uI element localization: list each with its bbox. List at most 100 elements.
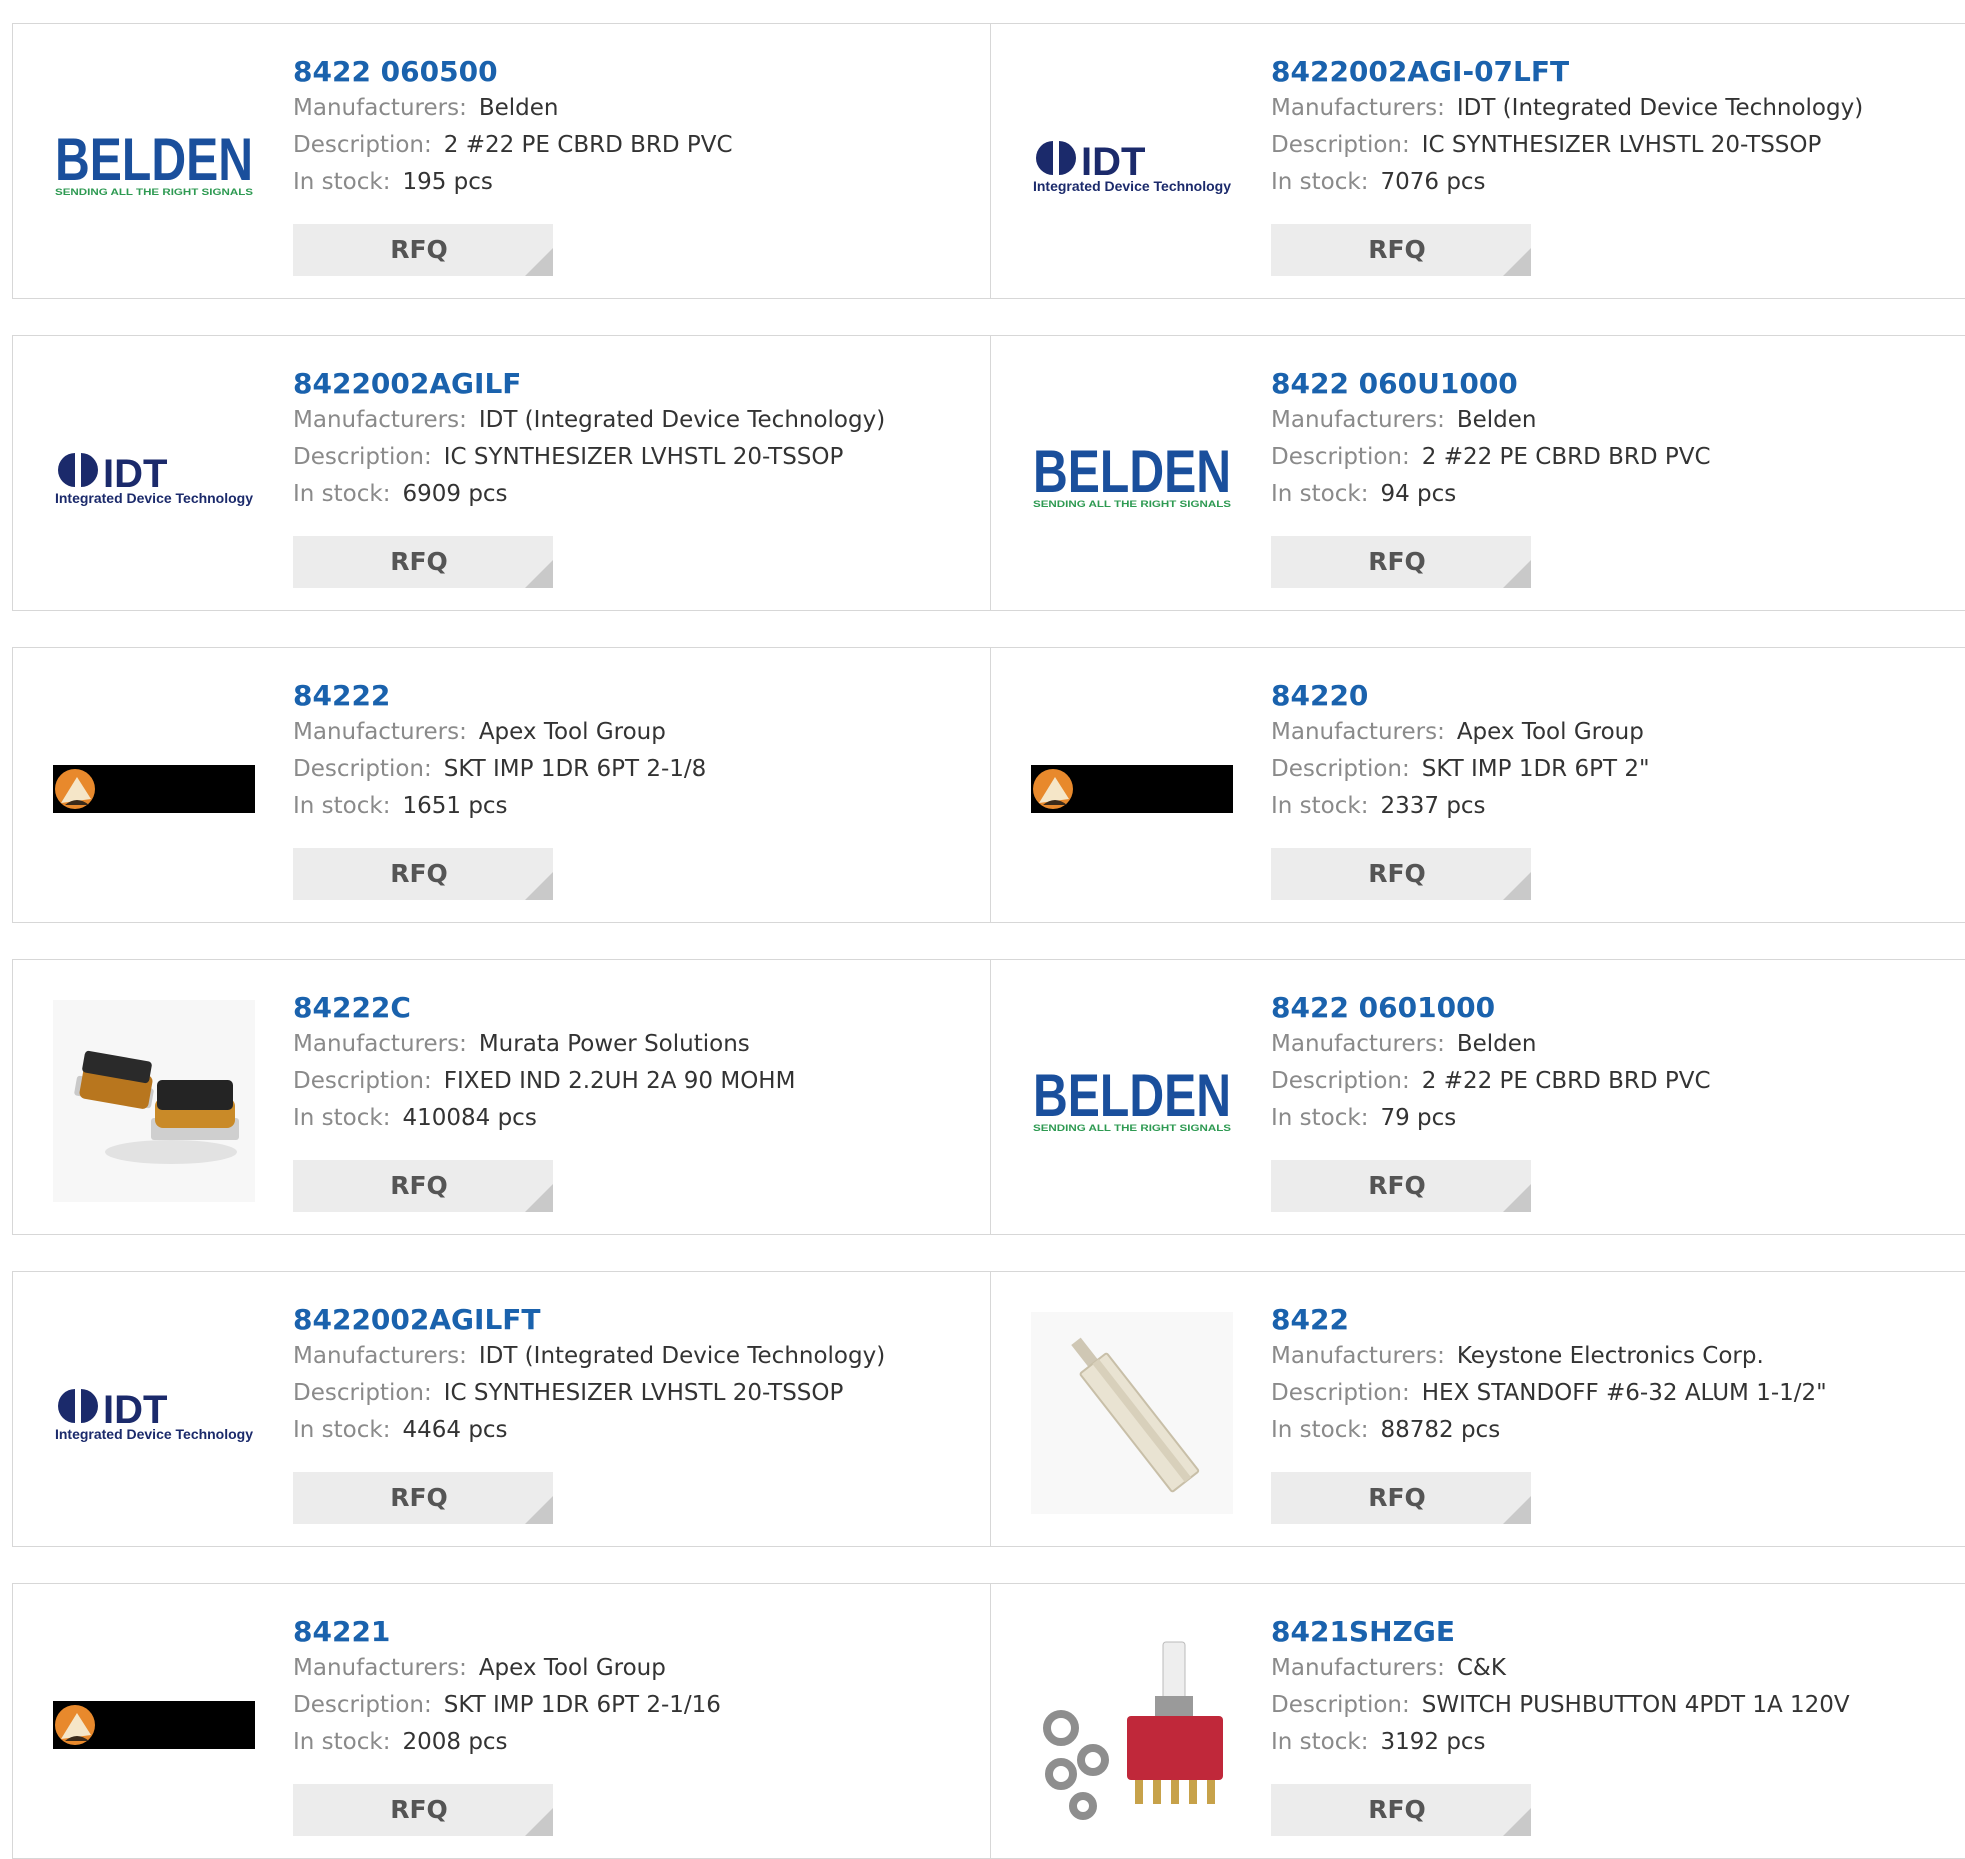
rfq-button[interactable]: RFQ: [293, 1472, 553, 1524]
belden-logo[interactable]: BELDEN SENDING ALL THE RIGHT SIGNALS: [53, 64, 255, 266]
rfq-button[interactable]: RFQ: [293, 1784, 553, 1836]
product-info: 8422002AGI-07LFT Manufacturers: IDT (Integ…: [1271, 54, 1965, 201]
standoff-photo[interactable]: [1031, 1312, 1233, 1514]
part-number-link[interactable]: 84220: [1271, 678, 1965, 714]
in-stock-label: In stock:: [1271, 481, 1369, 507]
stock-row: In stock: 2337 pcs: [1271, 788, 1965, 825]
part-number-link[interactable]: 8422 060U1000: [1271, 366, 1965, 402]
manufacturer-row: Manufacturers: Keystone Electronics Corp.: [1271, 1338, 1965, 1375]
switch-photo[interactable]: [1031, 1624, 1233, 1826]
part-number-link[interactable]: 8422002AGILF: [293, 366, 980, 402]
product-card: 84220 Manufacturers: Apex Tool Group Descri…: [990, 647, 1965, 923]
part-number-link[interactable]: 8422002AGILFT: [293, 1302, 980, 1338]
in-stock-label: In stock:: [293, 1105, 391, 1131]
belden-logo-text: BELDEN: [55, 130, 253, 193]
stock-row: In stock: 1651 pcs: [293, 788, 980, 825]
description-label: Description:: [293, 1380, 432, 1406]
description-label: Description:: [293, 1692, 432, 1718]
product-info: 84220 Manufacturers: Apex Tool Group Descri…: [1271, 678, 1965, 825]
manufacturers-label: Manufacturers:: [1271, 719, 1445, 745]
rfq-button[interactable]: RFQ: [293, 1160, 553, 1212]
product-grid: BELDEN SENDING ALL THE RIGHT SIGNALS 8422 …: [0, 0, 1965, 1859]
idt-logo[interactable]: IDT Integrated Device Technology: [53, 1312, 255, 1514]
product-info: 8422 060U1000 Manufacturers: Belden Descrip…: [1271, 366, 1965, 513]
description-row: Description: IC SYNTHESIZER LVHSTL 20-TSS…: [293, 439, 980, 476]
stock-value: 2008 pcs: [402, 1729, 508, 1755]
inductor-photo[interactable]: [53, 1000, 255, 1202]
rfq-label: RFQ: [390, 1483, 448, 1512]
idt-logo-tagline: Integrated Device Technology: [1033, 178, 1231, 194]
description-row: Description: 2 #22 PE CBRD BRD PVC: [1271, 439, 1965, 476]
rfq-label: RFQ: [390, 547, 448, 576]
idt-logo-tagline: Integrated Device Technology: [55, 1426, 253, 1442]
stock-row: In stock: 195 pcs: [293, 164, 980, 201]
rfq-corner-decoration: [1503, 1184, 1531, 1212]
rfq-label: RFQ: [1368, 1795, 1426, 1824]
part-number-link[interactable]: 8422: [1271, 1302, 1965, 1338]
rfq-button[interactable]: RFQ: [293, 224, 553, 276]
idt-logo[interactable]: IDT Integrated Device Technology: [1031, 64, 1233, 266]
rfq-button[interactable]: RFQ: [1271, 224, 1531, 276]
part-number-link[interactable]: 84221: [293, 1614, 980, 1650]
rfq-button[interactable]: RFQ: [293, 848, 553, 900]
description-row: Description: FIXED IND 2.2UH 2A 90 MOHM: [293, 1063, 980, 1100]
manufacturer-row: Manufacturers: Belden: [1271, 402, 1965, 439]
part-number-link[interactable]: 8421SHZGE: [1271, 1614, 1965, 1650]
idt-logo[interactable]: IDT Integrated Device Technology: [53, 376, 255, 578]
manufacturer-row: Manufacturers: IDT (Integrated Device Tec…: [293, 1338, 980, 1375]
description-label: Description:: [1271, 756, 1410, 782]
belden-logo[interactable]: BELDEN SENDING ALL THE RIGHT SIGNALS: [1031, 376, 1233, 578]
rfq-corner-decoration: [525, 1496, 553, 1524]
manufacturer-row: Manufacturers: Belden: [293, 90, 980, 127]
description-label: Description:: [1271, 132, 1410, 158]
rfq-label: RFQ: [1368, 1483, 1426, 1512]
description-row: Description: SWITCH PUSHBUTTON 4PDT 1A 12…: [1271, 1687, 1965, 1724]
product-card: IDT Integrated Device Technology 8422002AG…: [990, 23, 1965, 299]
apex-logo[interactable]: [1031, 688, 1233, 890]
description-label: Description:: [1271, 444, 1410, 470]
description-label: Description:: [293, 1068, 432, 1094]
description-value: IC SYNTHESIZER LVHSTL 20-TSSOP: [443, 1380, 844, 1406]
apex-logo[interactable]: [53, 688, 255, 890]
description-label: Description:: [293, 444, 432, 470]
product-info: 84222C Manufacturers: Murata Power Solutio…: [293, 990, 980, 1137]
product-info: 8422 0601000 Manufacturers: Belden Descript…: [1271, 990, 1965, 1137]
manufacturer-value: Murata Power Solutions: [478, 1031, 750, 1057]
in-stock-label: In stock:: [293, 1729, 391, 1755]
rfq-button[interactable]: RFQ: [1271, 1472, 1531, 1524]
belden-logo[interactable]: BELDEN SENDING ALL THE RIGHT SIGNALS: [1031, 1000, 1233, 1202]
part-number-link[interactable]: 84222C: [293, 990, 980, 1026]
in-stock-label: In stock:: [293, 1417, 391, 1443]
product-card: IDT Integrated Device Technology 8422002AG…: [12, 1271, 991, 1547]
rfq-button[interactable]: RFQ: [1271, 1160, 1531, 1212]
manufacturer-value: Apex Tool Group: [478, 719, 666, 745]
part-number-link[interactable]: 8422 0601000: [1271, 990, 1965, 1026]
manufacturer-row: Manufacturers: Murata Power Solutions: [293, 1026, 980, 1063]
rfq-button[interactable]: RFQ: [1271, 536, 1531, 588]
rfq-corner-decoration: [525, 248, 553, 276]
product-info: 8422002AGILF Manufacturers: IDT (Integrate…: [293, 366, 980, 513]
apex-logo[interactable]: [53, 1624, 255, 1826]
manufacturers-label: Manufacturers:: [293, 719, 467, 745]
description-value: 2 #22 PE CBRD BRD PVC: [443, 132, 733, 158]
manufacturers-label: Manufacturers:: [1271, 407, 1445, 433]
description-value: SKT IMP 1DR 6PT 2": [1421, 756, 1650, 782]
rfq-button[interactable]: RFQ: [293, 536, 553, 588]
idt-logo-tagline: Integrated Device Technology: [55, 490, 253, 506]
description-label: Description:: [1271, 1068, 1410, 1094]
rfq-button[interactable]: RFQ: [1271, 848, 1531, 900]
in-stock-label: In stock:: [1271, 1729, 1369, 1755]
manufacturers-label: Manufacturers:: [1271, 1031, 1445, 1057]
rfq-label: RFQ: [390, 235, 448, 264]
rfq-button[interactable]: RFQ: [1271, 1784, 1531, 1836]
part-number-link[interactable]: 84222: [293, 678, 980, 714]
part-number-link[interactable]: 8422 060500: [293, 54, 980, 90]
rfq-corner-decoration: [1503, 1808, 1531, 1836]
stock-value: 410084 pcs: [402, 1105, 537, 1131]
description-value: SWITCH PUSHBUTTON 4PDT 1A 120V: [1421, 1692, 1850, 1718]
manufacturer-row: Manufacturers: IDT (Integrated Device Tec…: [1271, 90, 1965, 127]
description-label: Description:: [1271, 1380, 1410, 1406]
in-stock-label: In stock:: [293, 481, 391, 507]
part-number-link[interactable]: 8422002AGI-07LFT: [1271, 54, 1965, 90]
stock-value: 2337 pcs: [1380, 793, 1486, 819]
